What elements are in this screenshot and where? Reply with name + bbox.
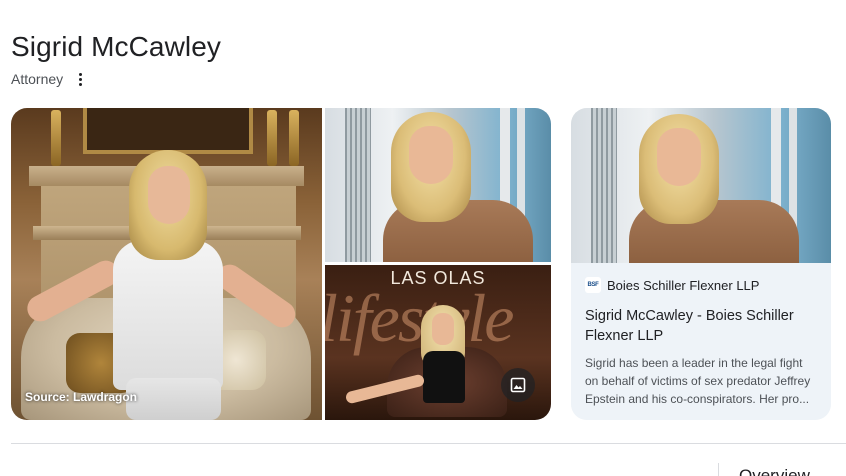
second-image[interactable] — [325, 108, 551, 262]
result-card[interactable]: BSF Boies Schiller Flexner LLP Sigrid Mc… — [571, 108, 831, 420]
site-favicon: BSF — [585, 277, 601, 293]
image-mosaic: Source: Lawdragon lifestyle LAS OLAS — [11, 108, 551, 420]
magazine-title-top: LAS OLAS — [390, 268, 486, 288]
card-image — [571, 108, 831, 263]
divider — [11, 443, 846, 444]
card-body: BSF Boies Schiller Flexner LLP Sigrid Mc… — [571, 263, 831, 420]
tab-divider — [718, 463, 719, 476]
magazine-cover-image[interactable]: lifestyle LAS OLAS — [325, 265, 551, 420]
card-title-link[interactable]: Sigrid McCawley - Boies Schiller Flexner… — [585, 306, 817, 346]
card-snippet: Sigrid has been a leader in the legal fi… — [585, 356, 811, 406]
card-source-name: Boies Schiller Flexner LLP — [607, 277, 760, 293]
entity-title: Sigrid McCawley — [11, 31, 221, 62]
main-image[interactable]: Source: Lawdragon — [11, 108, 322, 420]
magazine-title-big: lifestyle — [325, 280, 514, 356]
subtitle-row: Attorney — [11, 70, 87, 88]
card-source-row: BSF Boies Schiller Flexner LLP — [585, 276, 817, 294]
more-vert-icon[interactable] — [73, 71, 87, 87]
image-source-label: Source: Lawdragon — [25, 390, 138, 404]
image-icon[interactable] — [501, 368, 535, 402]
entity-subtitle: Attorney — [11, 71, 64, 87]
tab-overview[interactable]: Overview — [739, 466, 810, 476]
